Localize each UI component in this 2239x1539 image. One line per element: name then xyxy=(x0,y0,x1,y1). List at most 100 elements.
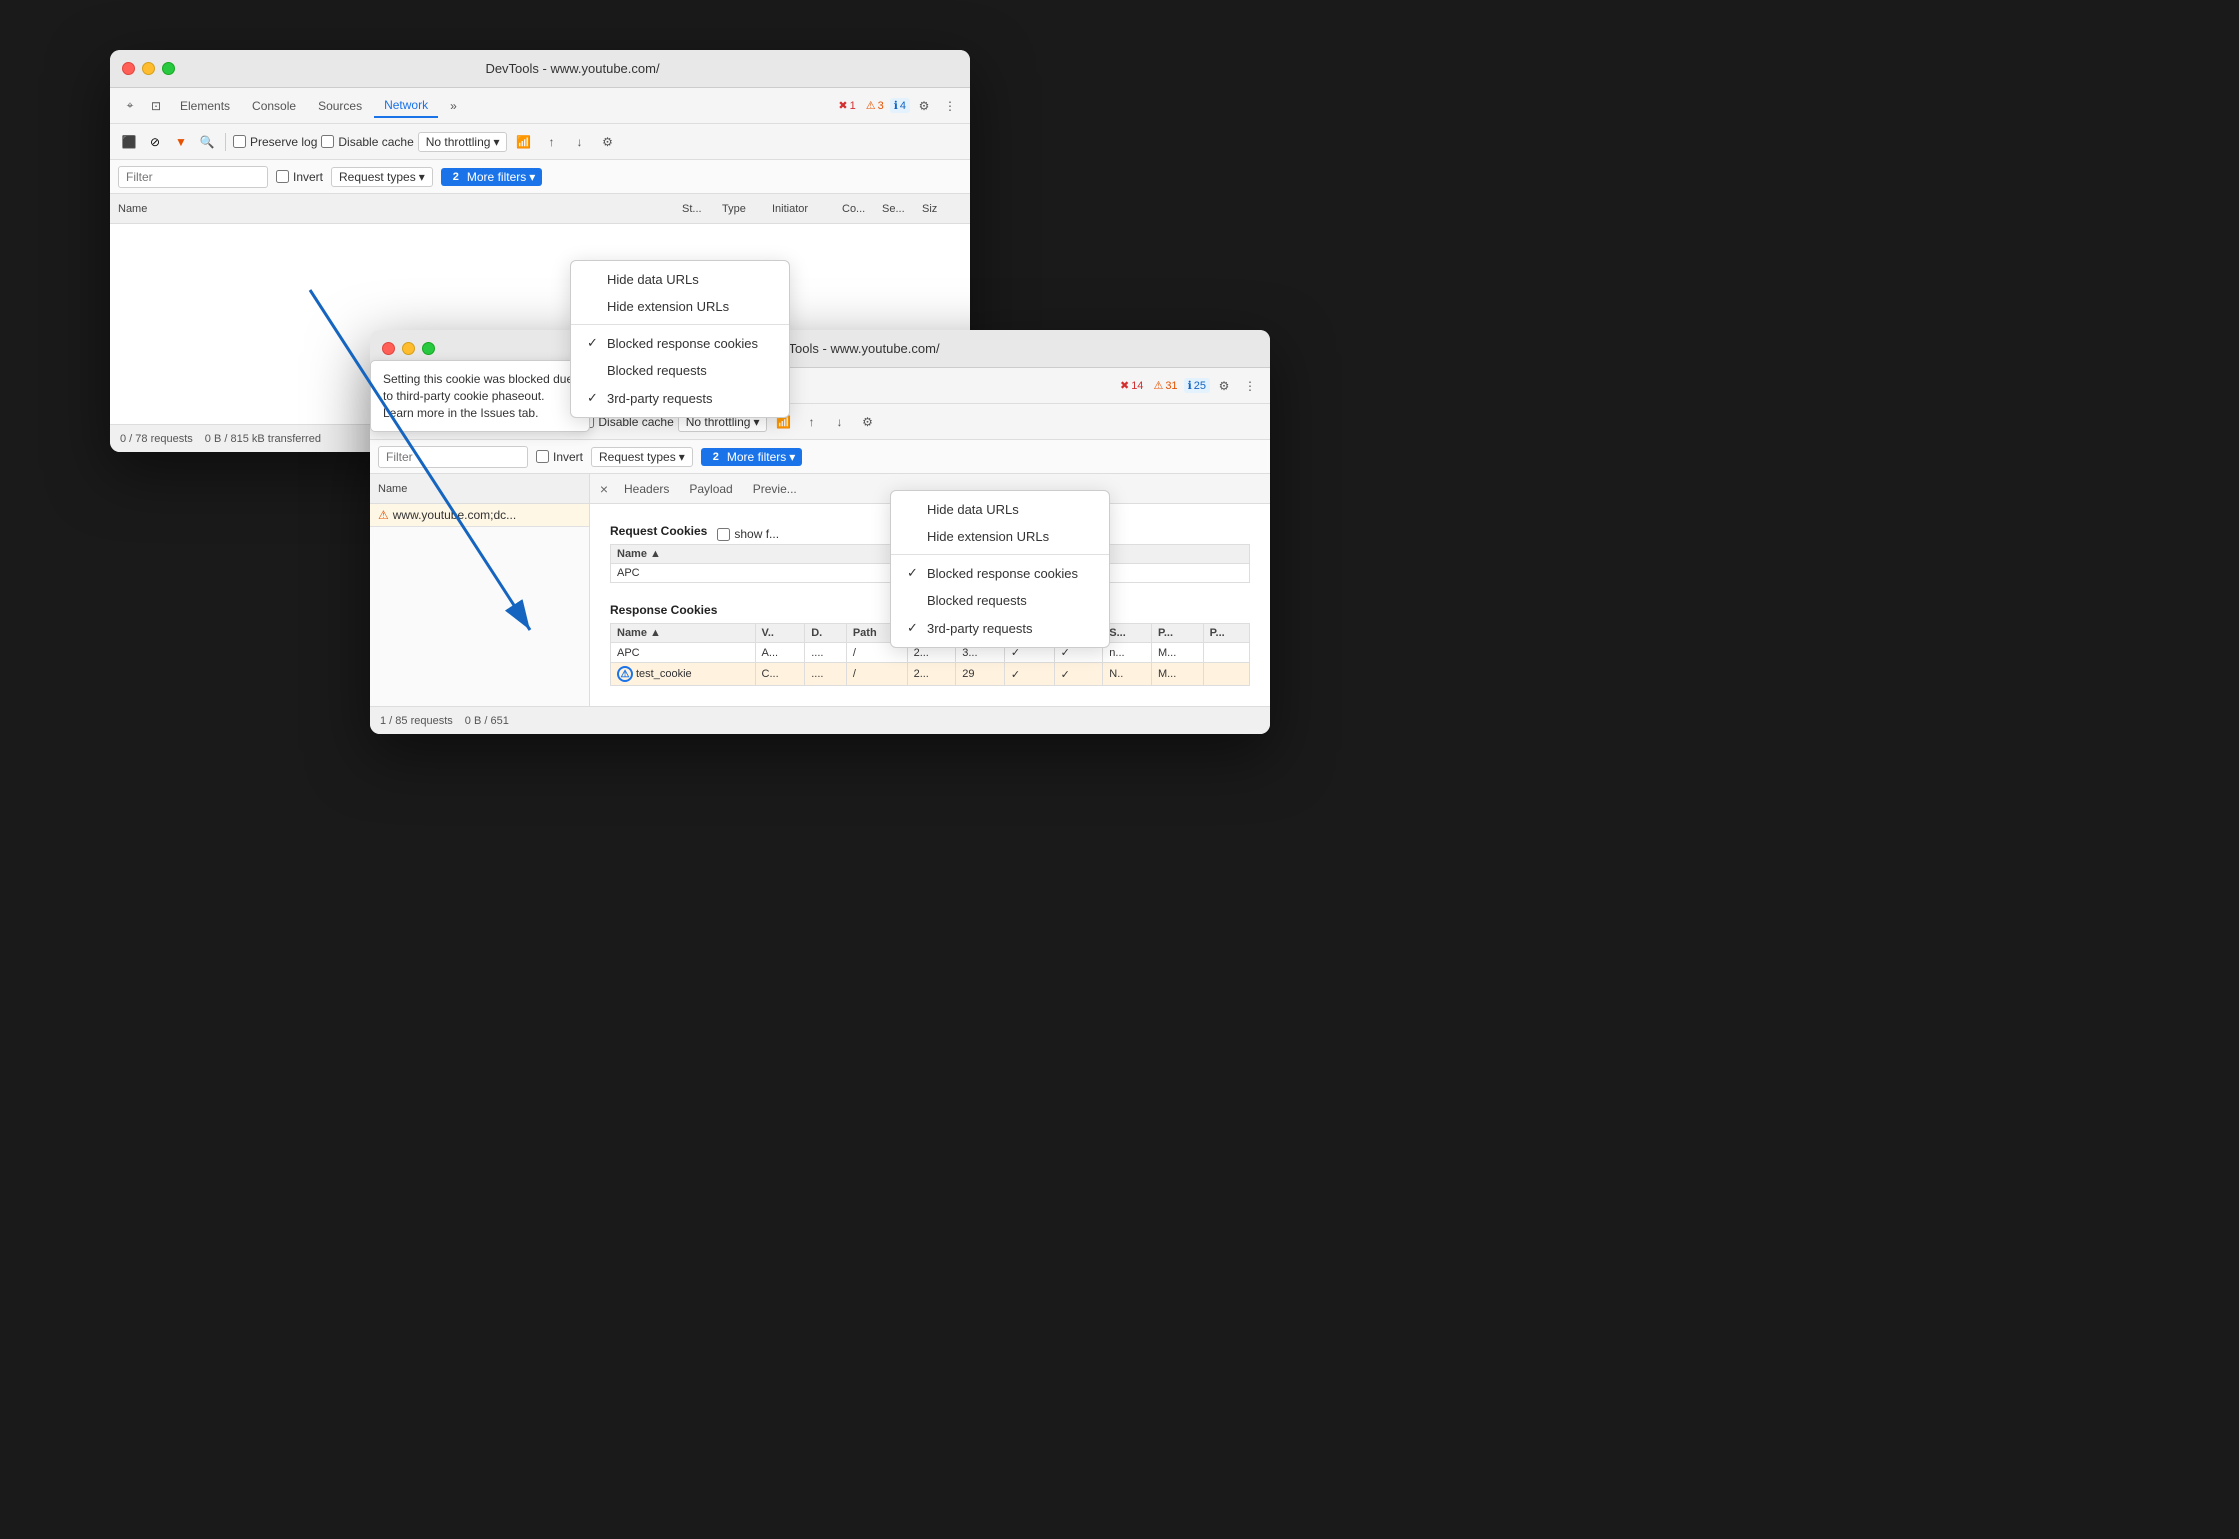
show-filtered-checkbox[interactable] xyxy=(717,528,730,541)
upload-icon-back[interactable]: ↑ xyxy=(539,130,563,154)
close-button-front[interactable] xyxy=(382,342,395,355)
preserve-log-checkbox-back[interactable] xyxy=(233,135,246,148)
res-apc-d: .... xyxy=(805,643,847,663)
requests-count-back: 0 / 78 requests xyxy=(120,433,193,445)
menu-hide-ext-urls-back[interactable]: Hide extension URLs xyxy=(571,293,789,320)
res-cookie-row-test[interactable]: ⚠ test_cookie C... .... / 2... 29 ✓ xyxy=(611,663,1250,686)
maximize-button-back[interactable] xyxy=(162,62,175,75)
th-type-back: Type xyxy=(722,203,772,215)
toolbar-back: ⬛ ⊘ ▼ 🔍 Preserve log Disable cache No th… xyxy=(110,124,970,160)
menu-blocked-requests-front[interactable]: Blocked requests xyxy=(891,587,1109,614)
wifi-icon-back[interactable]: 📶 xyxy=(511,130,535,154)
warning-row-icon: ⚠ xyxy=(378,508,389,522)
panel-tab-headers[interactable]: Headers xyxy=(614,478,679,500)
table-header-front: Name xyxy=(370,474,589,504)
th-co-back: Co... xyxy=(842,203,882,215)
responsive-icon[interactable]: ⊡ xyxy=(144,94,168,118)
error-badge-front: ✖ 14 xyxy=(1116,378,1147,393)
req-cookie-name: APC xyxy=(611,564,923,583)
request-panel: Name ⚠ www.youtube.com;dc... × Headers P… xyxy=(370,474,1270,706)
menu-hide-data-urls-front[interactable]: Hide data URLs xyxy=(891,496,1109,523)
menu-3rd-party-front[interactable]: ✓ 3rd-party requests xyxy=(891,614,1109,642)
tab-network-back[interactable]: Network xyxy=(374,94,438,118)
throttling-select-back[interactable]: No throttling ▾ xyxy=(418,132,508,152)
left-panel: Name ⚠ www.youtube.com;dc... xyxy=(370,474,590,706)
tab-sources-back[interactable]: Sources xyxy=(308,95,372,117)
more-filters-btn-back[interactable]: 2 More filters ▾ xyxy=(441,168,543,186)
show-filtered-label[interactable]: show f... xyxy=(717,527,779,541)
search-icon-back[interactable]: 🔍 xyxy=(196,131,218,153)
menu-3rd-party-back[interactable]: ✓ 3rd-party requests xyxy=(571,384,789,412)
download-icon-back[interactable]: ↓ xyxy=(567,130,591,154)
close-panel-btn[interactable]: × xyxy=(594,479,614,499)
title-bar-back: DevTools - www.youtube.com/ xyxy=(110,50,970,88)
filter-input-back[interactable] xyxy=(118,166,268,188)
res-th-s3: S... xyxy=(1103,624,1152,643)
menu-blocked-resp-cookies-front[interactable]: ✓ Blocked response cookies xyxy=(891,559,1109,587)
divider-1 xyxy=(225,133,226,151)
transferred-back: 0 B / 815 kB transferred xyxy=(205,433,321,445)
upload-icon-front[interactable]: ↑ xyxy=(799,410,823,434)
request-row-name: www.youtube.com;dc... xyxy=(393,508,516,522)
cursor-icon[interactable]: ⌖ xyxy=(118,94,142,118)
minimize-button-back[interactable] xyxy=(142,62,155,75)
res-test-name: ⚠ test_cookie xyxy=(611,663,756,686)
request-types-btn-back[interactable]: Request types ▾ xyxy=(331,167,433,187)
warning-badge-front: ⚠ 31 xyxy=(1149,378,1181,393)
filter-icon-back[interactable]: ▼ xyxy=(170,131,192,153)
settings-network-icon-front[interactable]: ⚙ xyxy=(855,410,879,434)
stop-icon[interactable]: ⬛ xyxy=(118,131,140,153)
panel-tab-payload[interactable]: Payload xyxy=(679,478,742,500)
window-title-front: DevTools - www.youtube.com/ xyxy=(447,341,1258,356)
more-icon-back[interactable]: ⋮ xyxy=(938,94,962,118)
res-th-p2: P... xyxy=(1203,624,1249,643)
invert-checkbox-back[interactable] xyxy=(276,170,289,183)
res-test-e: 2... xyxy=(907,663,956,686)
requests-count-front: 1 / 85 requests xyxy=(380,715,453,727)
settings-icon-back[interactable]: ⚙ xyxy=(912,94,936,118)
request-row[interactable]: ⚠ www.youtube.com;dc... xyxy=(370,504,589,527)
download-icon-front[interactable]: ↓ xyxy=(827,410,851,434)
error-badge-back: ✖ 1 xyxy=(834,98,859,113)
window-title-back: DevTools - www.youtube.com/ xyxy=(187,61,958,76)
chevron-down-icon-3: ▾ xyxy=(529,170,535,184)
clear-icon[interactable]: ⊘ xyxy=(144,131,166,153)
res-th-p: P... xyxy=(1151,624,1203,643)
panel-tab-preview[interactable]: Previe... xyxy=(743,478,807,500)
settings-icon-front[interactable]: ⚙ xyxy=(1212,374,1236,398)
front-devtools-window: DevTools - www.youtube.com/ ⌖ ⊡ Elements… xyxy=(370,330,1270,734)
more-filters-btn-front[interactable]: 2 More filters ▾ xyxy=(701,448,803,466)
res-test-s2: ✓ xyxy=(1054,663,1103,686)
th-size-back: Siz xyxy=(922,203,962,215)
menu-blocked-resp-cookies-back[interactable]: ✓ Blocked response cookies xyxy=(571,329,789,357)
chevron-down-icon-2: ▾ xyxy=(419,170,425,184)
maximize-button-front[interactable] xyxy=(422,342,435,355)
tab-elements-back[interactable]: Elements xyxy=(170,95,240,117)
menu-hide-ext-urls-front[interactable]: Hide extension URLs xyxy=(891,523,1109,550)
tab-more-back[interactable]: » xyxy=(440,95,467,117)
menu-blocked-requests-back[interactable]: Blocked requests xyxy=(571,357,789,384)
invert-checkbox-front[interactable] xyxy=(536,450,549,463)
warning-icon-tab-front: ⚠ xyxy=(1153,379,1163,392)
error-icon-front: ✖ xyxy=(1120,379,1129,392)
invert-label-front[interactable]: Invert xyxy=(536,450,583,464)
tab-console-back[interactable]: Console xyxy=(242,95,306,117)
settings-network-icon-back[interactable]: ⚙ xyxy=(595,130,619,154)
th-name-front: Name xyxy=(378,483,407,495)
preserve-log-label-back[interactable]: Preserve log xyxy=(233,135,317,149)
more-icon-front[interactable]: ⋮ xyxy=(1238,374,1262,398)
disable-cache-checkbox-back[interactable] xyxy=(321,135,334,148)
res-test-h: ✓ xyxy=(1004,663,1054,686)
minimize-button-front[interactable] xyxy=(402,342,415,355)
disable-cache-label-back[interactable]: Disable cache xyxy=(321,135,413,149)
menu-hide-data-urls-back[interactable]: Hide data URLs xyxy=(571,266,789,293)
menu-divider-back xyxy=(571,324,789,325)
info-badge-back: ℹ 4 xyxy=(890,98,910,113)
res-th-d: D. xyxy=(805,624,847,643)
th-name-back: Name xyxy=(118,203,682,215)
invert-label-back[interactable]: Invert xyxy=(276,170,323,184)
filter-input-front[interactable] xyxy=(378,446,528,468)
request-types-btn-front[interactable]: Request types ▾ xyxy=(591,447,693,467)
close-button-back[interactable] xyxy=(122,62,135,75)
res-th-v: V.. xyxy=(755,624,805,643)
